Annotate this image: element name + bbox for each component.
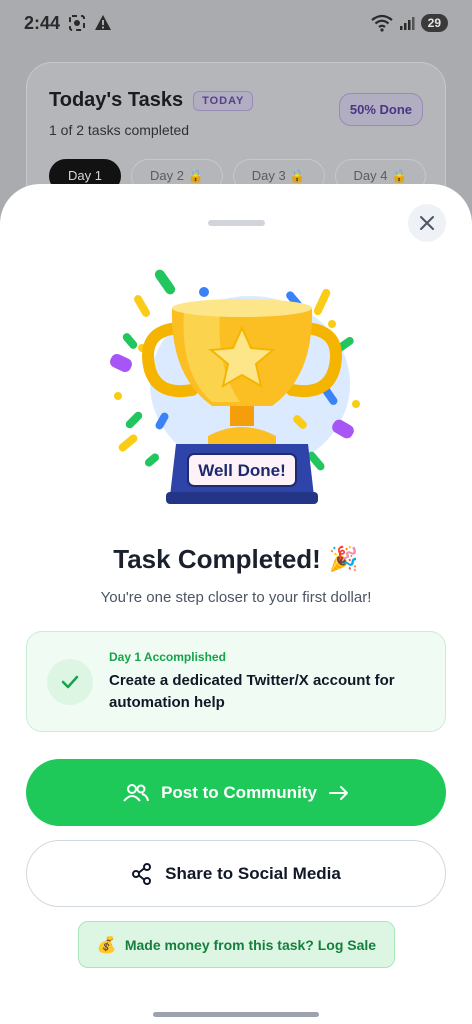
- log-sale-button[interactable]: 💰 Made money from this task? Log Sale: [78, 921, 395, 968]
- progress-badge: 50% Done: [338, 93, 423, 126]
- trophy-illustration: Well Done!: [100, 264, 372, 514]
- accomplishment-card: Day 1 Accomplished Create a dedicated Tw…: [26, 631, 446, 732]
- party-popper-icon: 🎉: [328, 546, 359, 573]
- signal-icon: [399, 17, 415, 30]
- share-to-social-label: Share to Social Media: [165, 863, 341, 883]
- share-icon: [132, 862, 152, 885]
- card-title: Today's Tasks: [49, 89, 184, 111]
- money-bag-icon: 💰: [96, 936, 117, 954]
- task-completed-sheet: Well Done! Task Completed! 🎉 You're one …: [0, 184, 472, 1024]
- sheet-title: Task Completed!: [113, 544, 321, 574]
- check-icon: [61, 675, 79, 688]
- screenshot-icon: [69, 15, 86, 31]
- status-bar: 2:44 29: [0, 0, 472, 46]
- status-time: 2:44: [24, 12, 61, 33]
- trophy-icon: Well Done!: [110, 269, 360, 504]
- post-to-community-button[interactable]: Post to Community: [26, 759, 446, 826]
- warning-icon: [95, 15, 112, 30]
- accomplishment-body: Day 1 Accomplished Create a dedicated Tw…: [109, 650, 425, 714]
- close-icon: [420, 216, 434, 230]
- today-badge: TODAY: [193, 90, 254, 111]
- post-to-community-label: Post to Community: [161, 782, 317, 802]
- status-left: 2:44: [24, 13, 112, 34]
- accomplishment-label: Day 1 Accomplished: [109, 649, 226, 664]
- close-button[interactable]: [408, 204, 446, 242]
- accomplishment-text: Create a dedicated Twitter/X account for…: [109, 671, 395, 711]
- arrow-right-icon: [328, 785, 348, 800]
- plaque-text: Well Done!: [198, 461, 286, 480]
- sheet-drag-handle[interactable]: [208, 220, 265, 226]
- log-sale-label: Made money from this task? Log Sale: [124, 936, 377, 953]
- share-to-social-button[interactable]: Share to Social Media: [26, 840, 446, 907]
- wifi-icon: [370, 14, 393, 32]
- battery-indicator: 29: [420, 14, 448, 32]
- home-indicator[interactable]: [153, 1012, 319, 1017]
- status-right: 29: [370, 14, 448, 32]
- sheet-subtitle: You're one step closer to your first dol…: [100, 589, 372, 606]
- check-badge: [47, 658, 93, 705]
- users-icon: [123, 783, 150, 802]
- title-row: Task Completed! 🎉: [0, 544, 472, 575]
